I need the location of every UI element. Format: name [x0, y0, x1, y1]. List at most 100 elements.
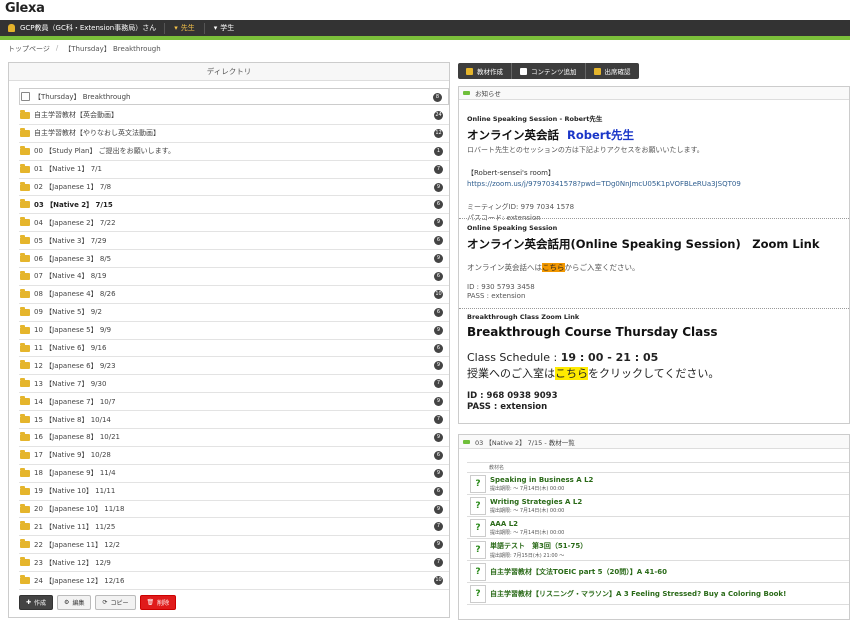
app-logo[interactable]: Glexa	[5, 1, 45, 16]
meeting-id: ミーティングID: 979 7034 1578	[467, 203, 575, 211]
delete-button[interactable]: 🗑 削除	[139, 595, 177, 610]
breadcrumb: トップページ / 【Thursday】 Breakthrough	[8, 44, 161, 54]
directory-item-label: 22 【Japanese 11】 12/2	[34, 540, 120, 549]
nav-item-teacher[interactable]: ▾ 先生	[165, 23, 204, 33]
directory-item-label: 17 【Native 9】 10/28	[34, 451, 111, 460]
material-title[interactable]: 自主学習教材【リスニング・マラソン】A 3 Feeling Stressed? …	[490, 589, 786, 599]
material-title[interactable]: Writing Strategies A L2	[490, 498, 582, 506]
breadcrumb-home[interactable]: トップページ	[8, 44, 50, 54]
notice-panel: お知らせ Online Speaking Session - Robert先生 …	[458, 86, 850, 424]
material-title[interactable]: Speaking in Business A L2	[490, 476, 593, 484]
material-title[interactable]: 自主学習教材【文法TOEIC part 5（20問）】A 41-60	[490, 567, 667, 577]
chevron-down-icon: ▾	[174, 24, 178, 32]
directory-item[interactable]: 03 【Native 2】 7/15 6	[19, 196, 449, 215]
directory-item[interactable]: 自主学習教材【英会動画】 24	[19, 107, 449, 125]
instruction-text: 授業へのご入室は	[467, 367, 555, 380]
folder-icon	[20, 342, 30, 352]
count-badge: 7	[434, 415, 443, 425]
directory-item[interactable]: 18 【Japanese 9】 11/4 9	[19, 465, 449, 483]
directory-item[interactable]: 00 【Study Plan】 ご提出をお願いします。 1	[19, 143, 449, 161]
copy-icon: ⟳	[102, 599, 108, 606]
directory-item-label: 03 【Native 2】 7/15	[34, 200, 113, 209]
directory-item[interactable]: 23 【Native 12】 12/9 7	[19, 554, 449, 573]
count-badge: 9	[434, 540, 443, 550]
directory-item-label: 13 【Native 7】 9/30	[34, 379, 107, 388]
material-row[interactable]: ? Speaking in Business A L2 提出期限: ～ 7月14日(…	[467, 473, 849, 495]
folder-icon	[20, 431, 30, 441]
directory-item-label: 15 【Native 8】 10/14	[34, 415, 111, 424]
directory-item[interactable]: 08 【Japanese 4】 8/26 10	[19, 286, 449, 304]
directory-item[interactable]: 24 【Japanese 12】 12/16 10	[19, 572, 449, 591]
folder-icon	[20, 467, 30, 477]
attendance-button[interactable]: 出席確認	[586, 63, 639, 79]
material-title[interactable]: AAA L2	[490, 520, 564, 528]
directory-list: 【Thursday】 Breakthrough 8 自主学習教材【英会動画】 24 自主…	[19, 88, 449, 591]
count-badge: 7	[434, 164, 443, 174]
directory-item[interactable]: 21 【Native 11】 11/25 7	[19, 518, 449, 537]
directory-item[interactable]: 15 【Native 8】 10/14 7	[19, 411, 449, 430]
directory-item[interactable]: 20 【Japanese 10】 11/18 9	[19, 501, 449, 519]
class-join-link[interactable]: こちら	[555, 367, 588, 380]
directory-item[interactable]: 19 【Native 10】 11/11 6	[19, 483, 449, 501]
nav-item-student[interactable]: ▾ 学生	[205, 23, 244, 33]
material-row[interactable]: ? 単語テスト 第3回（51-75） 提出期限: 7月15日(木) 21:00 ～	[467, 539, 849, 561]
count-badge: 7	[434, 558, 443, 568]
count-badge: 6	[434, 236, 443, 246]
material-deadline: 提出期限: ～ 7月14日(木) 00:00	[490, 485, 565, 492]
join-link[interactable]: こちら	[542, 263, 565, 272]
directory-item[interactable]: 自主学習教材【やりなおし英文法動画】 12	[19, 125, 449, 143]
directory-item[interactable]: 13 【Native 7】 9/30 7	[19, 375, 449, 394]
directory-item[interactable]: 04 【Japanese 2】 7/22 9	[19, 214, 449, 233]
directory-item-label: 23 【Native 12】 12/9	[34, 558, 111, 567]
top-navbar: GCP教員（GC科・Extension事務局）さん ▾ 先生 ▾ 学生	[0, 20, 850, 36]
section-title: Breakthrough Course Thursday Class	[467, 325, 718, 339]
material-info: 単語テスト 第3回（51-75） 提出期限: 7月15日(木) 21:00 ～	[490, 541, 587, 559]
folder-icon	[20, 360, 30, 370]
directory-item[interactable]: 02 【Japanese 1】 7/8 9	[19, 179, 449, 197]
material-row[interactable]: ? AAA L2 提出期限: ～ 7月14日(木) 00:00	[467, 517, 849, 539]
chevron-down-icon: ▾	[213, 24, 218, 32]
directory-item[interactable]: 14 【Japanese 7】 10/7 9	[19, 393, 449, 412]
material-row[interactable]: ? 自主学習教材【文法TOEIC part 5（20問）】A 41-60	[467, 561, 849, 583]
directory-item[interactable]: 09 【Native 5】 9/2 6	[19, 304, 449, 322]
directory-item-label: 01 【Native 1】 7/1	[34, 165, 102, 174]
user-menu[interactable]: GCP教員（GC科・Extension事務局）さん	[0, 20, 164, 36]
directory-item-label: 18 【Japanese 9】 11/4	[34, 469, 116, 478]
directory-item-label: 24 【Japanese 12】 12/16	[34, 576, 125, 585]
directory-item[interactable]: 11 【Native 6】 9/16 6	[19, 340, 449, 358]
material-row[interactable]: ? Writing Strategies A L2 提出期限: ～ 7月14日(木)…	[467, 495, 849, 517]
users-icon	[593, 67, 601, 75]
edit-button[interactable]: ⚙ 編集	[57, 595, 92, 610]
folder-icon	[20, 306, 30, 316]
folder-icon	[20, 396, 30, 406]
directory-item[interactable]: 22 【Japanese 11】 12/2 9	[19, 536, 449, 555]
material-row[interactable]: ? 自主学習教材【リスニング・マラソン】A 3 Feeling Stressed?…	[467, 583, 849, 605]
directory-item[interactable]: 01 【Native 1】 7/1 7	[19, 161, 449, 179]
copy-button[interactable]: ⟳ コピー	[95, 595, 136, 610]
directory-item[interactable]: 17 【Native 9】 10/28 6	[19, 447, 449, 465]
materials-table: 教材名 ? Speaking in Business A L2 提出期限: ～ 7月…	[467, 462, 849, 605]
folder-icon	[20, 109, 30, 119]
material-deadline: 提出期限: ～ 7月14日(木) 00:00	[490, 529, 565, 536]
create-button-label: 作成	[34, 600, 47, 607]
passcode: PASS : extension	[467, 292, 526, 300]
directory-item[interactable]: 12 【Japanese 6】 9/23 9	[19, 357, 449, 376]
material-title[interactable]: 単語テスト 第3回（51-75）	[490, 541, 587, 551]
directory-item[interactable]: 07 【Native 4】 8/19 6	[19, 268, 449, 286]
question-icon: ?	[470, 562, 486, 581]
directory-root[interactable]: 【Thursday】 Breakthrough 8	[19, 88, 449, 105]
material-create-button[interactable]: 教材作成	[458, 63, 512, 79]
question-icon: ?	[470, 474, 486, 493]
directory-item[interactable]: 06 【Japanese 3】 8/5 9	[19, 250, 449, 269]
directory-item[interactable]: 10 【Japanese 5】 9/9 9	[19, 322, 449, 340]
schedule-label: Class Schedule :	[467, 351, 558, 364]
content-add-button[interactable]: コンテンツ追加	[512, 63, 586, 79]
material-info: AAA L2 提出期限: ～ 7月14日(木) 00:00	[490, 520, 564, 536]
directory-item[interactable]: 16 【Japanese 8】 10/21 9	[19, 429, 449, 447]
folder-icon	[20, 557, 30, 567]
folder-icon	[20, 253, 30, 263]
count-badge: 10	[434, 289, 443, 299]
zoom-link[interactable]: https://zoom.us/j/97970341578?pwd=TDg0Nn…	[467, 180, 847, 188]
create-button[interactable]: ✚ 作成	[19, 595, 54, 610]
directory-item[interactable]: 05 【Native 3】 7/29 6	[19, 232, 449, 251]
